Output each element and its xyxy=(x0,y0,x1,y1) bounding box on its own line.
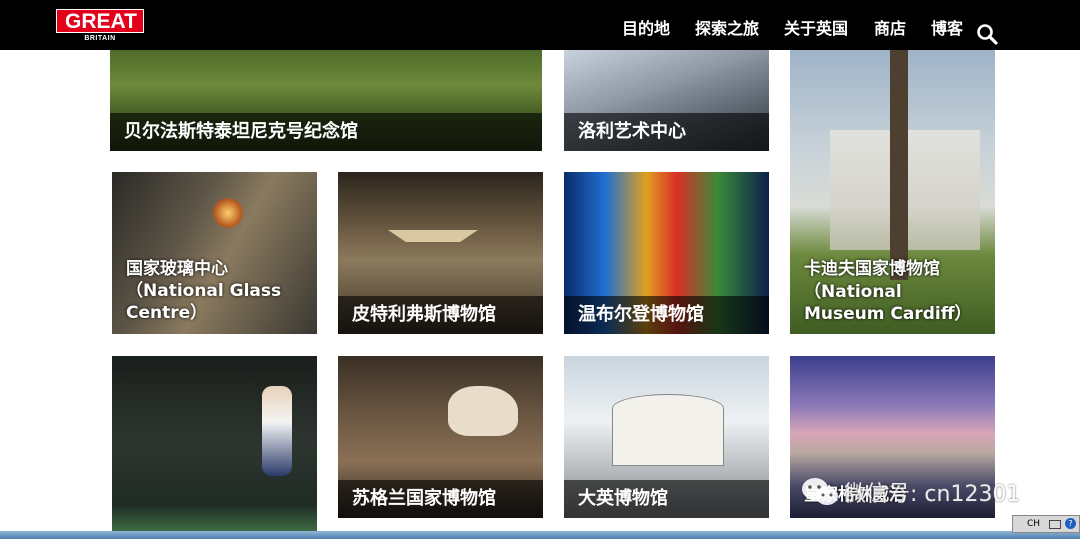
tile-national-museum-scotland[interactable]: 苏格兰国家博物馆 xyxy=(338,356,543,518)
tile-wimbledon-museum[interactable]: 温布尔登博物馆 xyxy=(564,172,769,334)
language-label: CH xyxy=(1027,519,1041,529)
tile-caption: 国家玻璃中心 xyxy=(126,259,228,279)
nav-item-destinations[interactable]: 目的地 xyxy=(622,18,670,40)
tile-caption: 皮特利弗斯博物馆 xyxy=(338,296,543,334)
tile-caption: 卡迪夫国家博物馆 xyxy=(804,259,940,279)
tile-titanic-belfast[interactable]: 贝尔法斯特泰坦尼克号纪念馆 xyxy=(110,50,542,151)
wechat-icon xyxy=(802,478,838,505)
tree-trunk xyxy=(890,50,908,280)
nav-item-explore[interactable]: 探索之旅 xyxy=(695,18,759,40)
tile-caption-english: （National Glass Centre） xyxy=(126,281,282,323)
polar-bear-exhibit xyxy=(448,386,518,436)
logo-badge: GREAT xyxy=(56,9,144,33)
tile-caption: 温布尔登博物馆 xyxy=(564,296,769,334)
nav-item-about-britain[interactable]: 关于英国 xyxy=(784,18,848,40)
reading-room-illustration xyxy=(612,394,724,466)
os-taskbar xyxy=(0,531,1080,539)
logo-subtitle: BRITAIN xyxy=(84,35,116,42)
tile-british-museum[interactable]: 大英博物馆 xyxy=(564,356,769,518)
search-icon[interactable] xyxy=(976,23,998,45)
top-navigation-bar: GREAT BRITAIN 目的地 探索之旅 关于英国 商店 博客 xyxy=(0,0,1080,50)
language-tray[interactable]: CH ? xyxy=(1012,515,1080,533)
tile-national-museum-cardiff[interactable]: 卡迪夫国家博物馆 （National Museum Cardiff） xyxy=(790,50,995,334)
nav-item-blog[interactable]: 博客 xyxy=(931,18,963,40)
tile-national-glass-centre[interactable]: 国家玻璃中心 （National Glass Centre） xyxy=(112,172,317,334)
watermark-text: 微信号: cn12301 xyxy=(844,482,1021,507)
tile-pitt-rivers-museum[interactable]: 皮特利弗斯博物馆 xyxy=(338,172,543,334)
wechat-watermark: 微信号: cn12301 xyxy=(800,474,1060,510)
tile-interactive-exhibit[interactable] xyxy=(112,356,317,531)
tile-caption-english: （National Museum Cardiff） xyxy=(804,282,972,324)
help-icon[interactable]: ? xyxy=(1065,518,1076,529)
player-figure xyxy=(262,386,292,476)
nav-item-shop[interactable]: 商店 xyxy=(874,18,906,40)
tile-caption: 贝尔法斯特泰坦尼克号纪念馆 xyxy=(110,113,542,151)
logo-word: GREAT xyxy=(65,10,137,33)
tile-lowry-arts-centre[interactable]: 洛利艺术中心 xyxy=(564,50,769,151)
tile-caption: 大英博物馆 xyxy=(564,480,769,518)
keyboard-icon[interactable] xyxy=(1049,520,1061,529)
furnace-glow xyxy=(212,197,244,229)
great-britain-logo[interactable]: GREAT BRITAIN xyxy=(56,9,146,45)
boat-illustration xyxy=(388,230,478,242)
tile-caption: 苏格兰国家博物馆 xyxy=(338,480,543,518)
tile-caption: 洛利艺术中心 xyxy=(564,113,769,151)
